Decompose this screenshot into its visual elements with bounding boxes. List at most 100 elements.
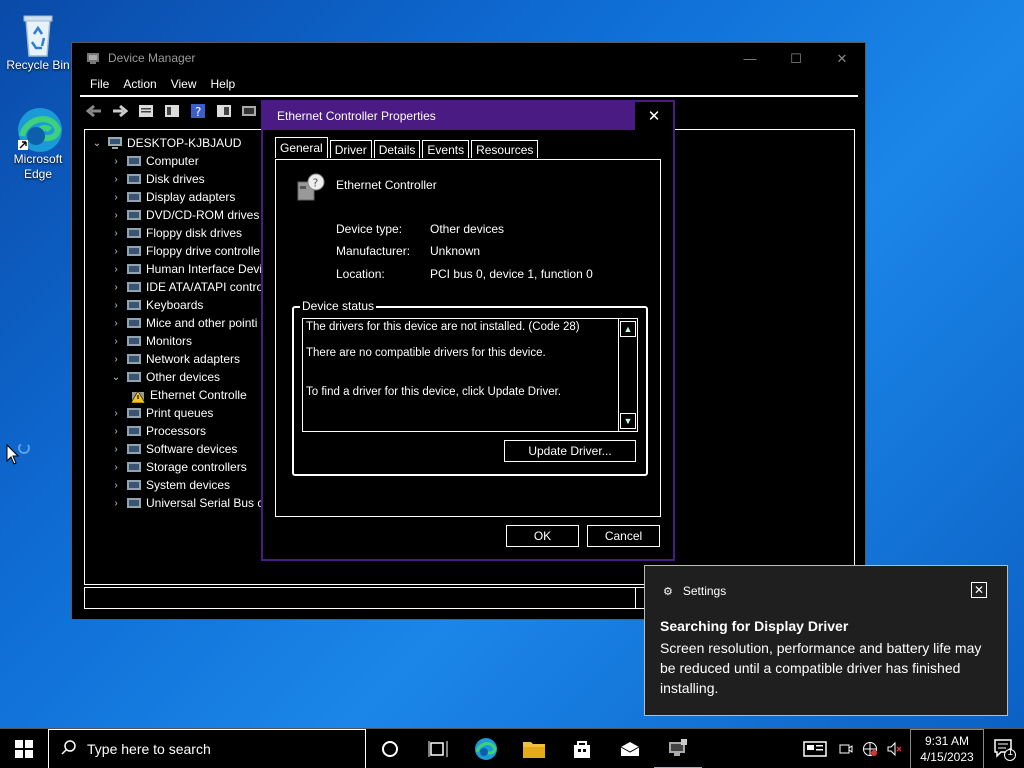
desktop-icon-recycle-bin[interactable]: Recycle Bin	[3, 8, 73, 72]
tree-item-label: Floppy disk drives	[146, 226, 243, 240]
scroll-up-icon[interactable]: ▲	[620, 321, 636, 337]
tree-item-label: Floppy drive controlle	[146, 244, 261, 258]
show-hide-pane-icon[interactable]	[214, 102, 234, 120]
chevron-right-icon[interactable]: ›	[110, 264, 122, 275]
tree-category[interactable]: › Network adapters	[110, 350, 240, 368]
chevron-right-icon[interactable]: ›	[110, 444, 122, 455]
maximize-button[interactable]: ☐	[773, 51, 819, 67]
tree-category[interactable]: › Processors	[110, 422, 206, 440]
mouse-cursor-icon	[6, 442, 32, 471]
network-globe-icon[interactable]	[858, 729, 882, 768]
tab-details[interactable]: Details	[373, 140, 421, 158]
device-status-legend: Device status	[300, 299, 377, 313]
volume-muted-icon[interactable]	[882, 729, 906, 768]
tree-category[interactable]: › Storage controllers	[110, 458, 246, 476]
start-button[interactable]	[0, 729, 48, 768]
news-widget-icon[interactable]	[796, 729, 834, 768]
chevron-right-icon[interactable]: ›	[110, 426, 122, 437]
menu-help[interactable]: Help	[211, 77, 236, 91]
chevron-down-icon[interactable]: ⌄	[91, 138, 103, 149]
tree-category[interactable]: ⌄ Other devices	[110, 368, 220, 386]
chevron-right-icon[interactable]: ›	[110, 156, 122, 167]
tab-driver[interactable]: Driver	[329, 140, 372, 158]
close-button[interactable]: ✕	[819, 51, 865, 67]
taskbar-search-box[interactable]: Type here to search	[48, 728, 366, 768]
chevron-right-icon[interactable]: ›	[110, 354, 122, 365]
device-manager-icon	[86, 51, 100, 65]
tree-category[interactable]: › Universal Serial Bus co	[110, 494, 270, 512]
taskbar-device-manager[interactable]	[654, 729, 702, 768]
chevron-right-icon[interactable]: ›	[110, 462, 122, 473]
scroll-down-icon[interactable]: ▼	[620, 413, 636, 429]
tree-category[interactable]: › Floppy disk drives	[110, 224, 242, 242]
console-tree-icon[interactable]	[162, 102, 182, 120]
chevron-right-icon[interactable]: ›	[110, 192, 122, 203]
chevron-right-icon[interactable]: ›	[110, 282, 122, 293]
chevron-right-icon[interactable]: ›	[110, 498, 122, 509]
chevron-right-icon[interactable]: ›	[110, 228, 122, 239]
taskbar-file-explorer[interactable]	[510, 729, 558, 768]
tree-category[interactable]: › Monitors	[110, 332, 192, 350]
dialog-close-button[interactable]: ✕	[635, 102, 673, 130]
menu-action[interactable]: Action	[123, 77, 156, 91]
tree-category[interactable]: › Print queues	[110, 404, 213, 422]
chevron-right-icon[interactable]: ›	[110, 480, 122, 491]
chevron-right-icon[interactable]: ›	[110, 336, 122, 347]
back-arrow-icon[interactable]	[84, 102, 104, 120]
minimize-button[interactable]: —	[727, 51, 773, 67]
tree-category[interactable]: › Keyboards	[110, 296, 203, 314]
tree-child-item[interactable]: Ethernet Controlle	[130, 386, 247, 404]
meet-now-icon[interactable]	[834, 729, 858, 768]
tree-category[interactable]: › Disk drives	[110, 170, 204, 188]
ok-button[interactable]: OK	[506, 525, 579, 547]
monitor-icon	[126, 334, 142, 348]
desktop-icon-edge[interactable]: Microsoft Edge	[3, 106, 73, 182]
chevron-right-icon[interactable]: ›	[110, 246, 122, 257]
tree-category[interactable]: › System devices	[110, 476, 230, 494]
chevron-right-icon[interactable]: ›	[110, 174, 122, 185]
tab-general[interactable]: General	[275, 137, 328, 158]
taskbar-store[interactable]	[558, 729, 606, 768]
tree-root[interactable]: ⌄ DESKTOP-KJBJAUD	[91, 134, 242, 152]
toast-close-icon[interactable]: ✕	[971, 582, 987, 598]
chevron-down-icon[interactable]: ⌄	[110, 372, 122, 383]
cortana-button[interactable]	[366, 729, 414, 768]
forward-arrow-icon[interactable]	[110, 102, 130, 120]
cancel-button[interactable]: Cancel	[587, 525, 660, 547]
tree-category[interactable]: › Software devices	[110, 440, 237, 458]
menu-view[interactable]: View	[171, 77, 197, 91]
tree-category[interactable]: › DVD/CD-ROM drives	[110, 206, 259, 224]
chevron-right-icon[interactable]: ›	[110, 300, 122, 311]
scan-hardware-icon[interactable]	[240, 102, 260, 120]
update-driver-button[interactable]: Update Driver...	[504, 440, 636, 462]
action-center-button[interactable]: 1	[984, 729, 1024, 768]
tree-category[interactable]: › Computer	[110, 152, 198, 170]
menu-file[interactable]: File	[90, 77, 109, 91]
help-icon[interactable]: ?	[188, 102, 208, 120]
hid-icon	[126, 262, 142, 276]
clock[interactable]: 9:31 AM 4/15/2023	[910, 729, 984, 768]
task-view-button[interactable]	[414, 729, 462, 768]
tree-category[interactable]: › IDE ATA/ATAPI contro	[110, 278, 263, 296]
taskbar-edge[interactable]	[462, 729, 510, 768]
tree-category[interactable]: › Mice and other pointi	[110, 314, 257, 332]
storage-icon	[126, 460, 142, 474]
device-status-textbox[interactable]: The drivers for this device are not inst…	[302, 318, 638, 432]
chevron-right-icon[interactable]: ›	[110, 408, 122, 419]
tree-item-label: Monitors	[146, 334, 193, 348]
properties-sheet-icon[interactable]	[136, 102, 156, 120]
tree-category[interactable]: › Human Interface Devi	[110, 260, 262, 278]
tree-category[interactable]: › Floppy drive controlle	[110, 242, 260, 260]
taskbar-mail[interactable]	[606, 729, 654, 768]
chevron-right-icon[interactable]: ›	[110, 318, 122, 329]
tree-category[interactable]: › Display adapters	[110, 188, 235, 206]
chevron-right-icon[interactable]: ›	[110, 210, 122, 221]
status-scrollbar[interactable]: ▲ ▼	[618, 319, 637, 431]
tree-item-label: Keyboards	[146, 298, 204, 312]
search-placeholder: Type here to search	[87, 740, 211, 757]
location-label: Location:	[336, 267, 385, 281]
tab-resources[interactable]: Resources	[471, 140, 539, 158]
tab-events[interactable]: Events	[422, 140, 470, 158]
display-icon	[126, 190, 142, 204]
notification-toast[interactable]: ⚙ Settings ✕ Searching for Display Drive…	[644, 565, 1008, 716]
